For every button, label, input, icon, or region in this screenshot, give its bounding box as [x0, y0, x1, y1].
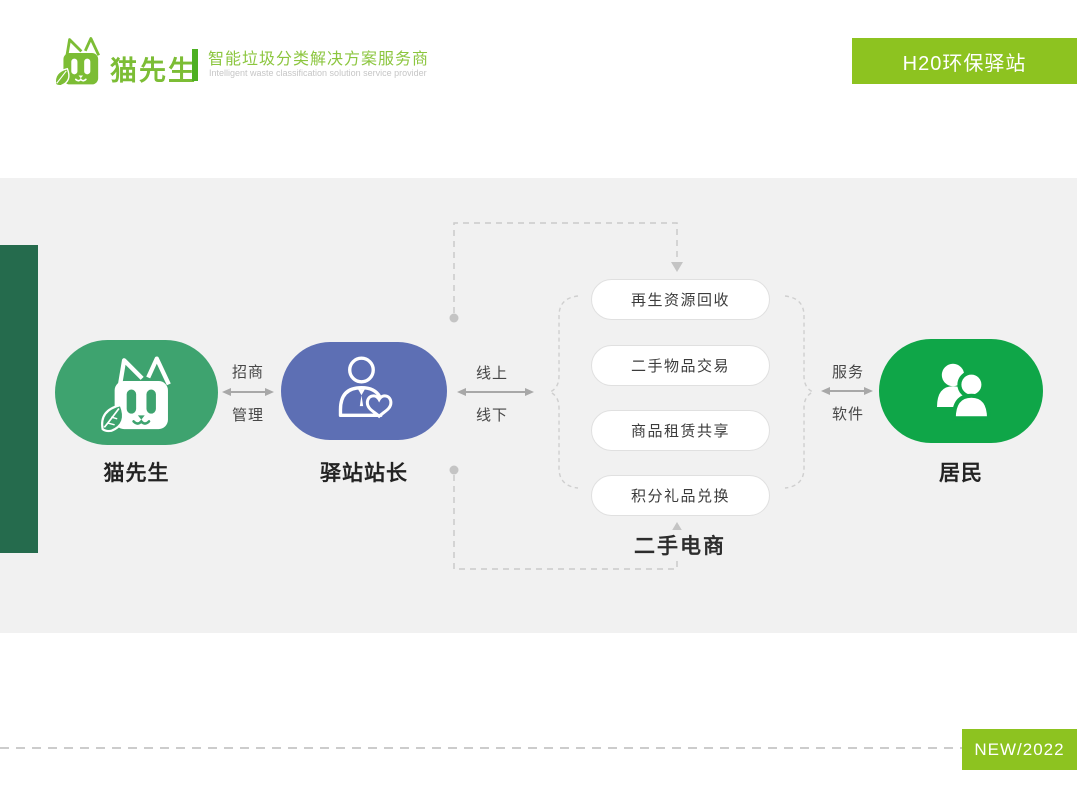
service-box-recycling: 再生资源回收 — [591, 279, 770, 320]
service-box-points-redemption: 积分礼品兑换 — [591, 475, 770, 516]
connector-label-xianxia: 线下 — [462, 404, 522, 425]
slide: 猫先生 智能垃圾分类解决方案服务商 Intelligent waste clas… — [0, 0, 1077, 793]
logo: 猫先生 智能垃圾分类解决方案服务商 Intelligent waste clas… — [50, 32, 470, 92]
service-box-secondhand-trade: 二手物品交易 — [591, 345, 770, 386]
left-accent-bar — [0, 245, 38, 553]
service-group-label: 二手电商 — [595, 530, 765, 560]
footer-badge: NEW/2022 — [962, 729, 1077, 770]
person-heart-icon — [322, 349, 406, 433]
header-banner: H20环保驿站 — [852, 38, 1077, 84]
users-icon — [921, 351, 1001, 431]
connector-label-ruanjian: 软件 — [818, 403, 878, 424]
logo-divider — [192, 49, 198, 81]
connector-label-guanli: 管理 — [218, 404, 278, 425]
connector-label-fuwu: 服务 — [818, 361, 878, 382]
node-stationmaster — [281, 342, 447, 440]
tagline-zh: 智能垃圾分类解决方案服务商 — [208, 45, 429, 69]
tagline-en: Intelligent waste classification solutio… — [209, 68, 427, 78]
node-label-maoxiansheng: 猫先生 — [55, 457, 218, 487]
service-box-rental-sharing: 商品租赁共享 — [591, 410, 770, 451]
node-label-residents: 居民 — [879, 457, 1043, 487]
node-label-stationmaster: 驿站站长 — [281, 457, 447, 487]
node-residents — [879, 339, 1043, 443]
cat-logo-icon — [50, 34, 106, 90]
logo-text: 猫先生 — [110, 49, 197, 88]
connector-label-zhaoshang: 招商 — [218, 361, 278, 382]
connector-label-xianshang: 线上 — [462, 362, 522, 383]
node-maoxiansheng — [55, 340, 218, 445]
cat-icon — [94, 350, 180, 436]
